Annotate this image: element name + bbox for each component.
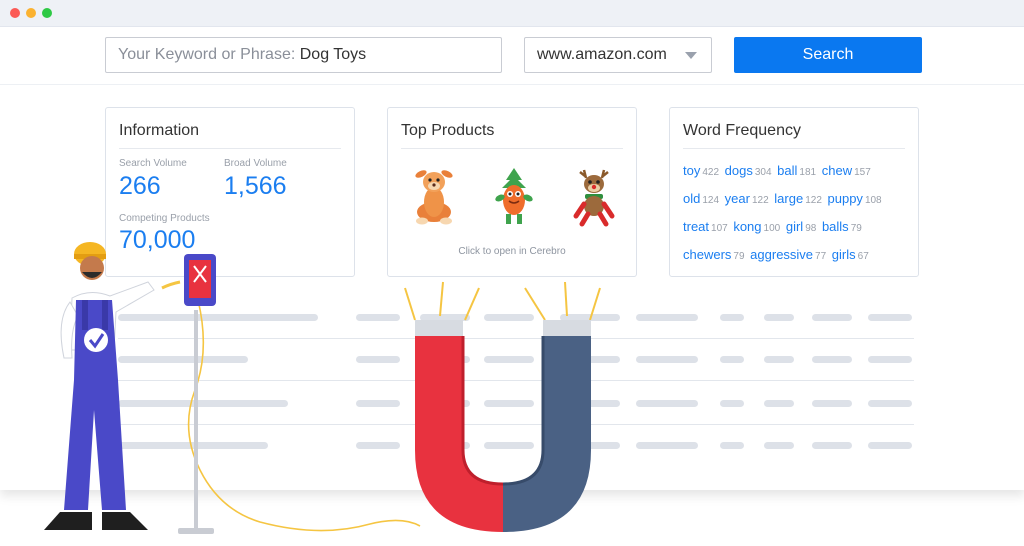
word-frequency-word: chewers xyxy=(683,247,732,262)
table-row-placeholder-bar xyxy=(764,400,794,407)
word-frequency-word: toy xyxy=(683,163,701,178)
divider xyxy=(683,148,905,149)
divider xyxy=(119,148,341,149)
word-frequency-item: year 122 xyxy=(725,191,771,206)
word-frequency-count: 77 xyxy=(815,251,827,262)
word-frequency-item: kong 100 xyxy=(733,219,782,234)
word-frequency-item: puppy 108 xyxy=(828,191,884,206)
search-button[interactable]: Search xyxy=(734,37,922,73)
table-row-placeholder-bar xyxy=(868,400,912,407)
table-row-placeholder-bar xyxy=(812,314,852,321)
competing-products-label: Competing Products xyxy=(119,213,210,224)
word-frequency-word: treat xyxy=(683,219,710,234)
search-value: Dog Toys xyxy=(299,46,367,63)
table-row-placeholder-bar xyxy=(720,314,744,321)
information-title: Information xyxy=(119,122,200,139)
word-frequency-item: ball 181 xyxy=(777,163,818,178)
table-row-placeholder-bar xyxy=(636,442,698,449)
word-frequency-item: treat 107 xyxy=(683,219,730,234)
word-frequency-word: balls xyxy=(821,219,849,234)
search-volume-label: Search Volume xyxy=(119,158,187,169)
word-frequency-count: 100 xyxy=(763,223,781,234)
word-frequency-count: 122 xyxy=(805,195,822,206)
word-frequency-item: chew 157 xyxy=(822,163,873,178)
deer-plush-toy-icon[interactable] xyxy=(412,166,456,228)
worker-illustration xyxy=(44,242,421,534)
word-frequency-card: Word Frequency toy 422 dogs 304 ball 181 ch… xyxy=(669,107,919,277)
word-frequency-item: old 124 xyxy=(683,191,721,206)
table-row-placeholder-bar xyxy=(720,400,744,407)
table-row-placeholder-bar xyxy=(868,442,912,449)
table-row-placeholder-bar xyxy=(812,400,852,407)
broad-volume-value: 1,566 xyxy=(224,172,287,200)
word-frequency-count: 108 xyxy=(864,195,882,206)
word-frequency-title: Word Frequency xyxy=(683,122,801,139)
word-frequency-item: balls 79 xyxy=(822,219,864,234)
close-window-icon[interactable] xyxy=(10,8,20,18)
chevron-down-icon xyxy=(685,52,697,59)
table-row-placeholder-bar xyxy=(868,356,912,363)
table-row-placeholder-bar xyxy=(720,442,744,449)
word-frequency-list: toy 422 dogs 304 ball 181 chew 157 old 124 ye… xyxy=(683,158,911,270)
word-frequency-count: 157 xyxy=(854,167,871,178)
word-frequency-word: aggressive xyxy=(750,247,814,262)
marketplace-select[interactable]: www.amazon.com xyxy=(524,37,712,73)
table-row-placeholder-bar xyxy=(812,356,852,363)
word-frequency-word: chew xyxy=(821,163,853,178)
word-frequency-count: 79 xyxy=(850,223,862,234)
table-row-placeholder-bar xyxy=(636,356,698,363)
word-frequency-item: dogs 304 xyxy=(725,163,774,178)
word-frequency-count: 122 xyxy=(751,195,769,206)
word-frequency-word: puppy xyxy=(827,191,863,206)
word-frequency-count: 422 xyxy=(702,167,720,178)
word-frequency-item: girl 98 xyxy=(786,219,818,234)
word-frequency-word: old xyxy=(683,191,701,206)
word-frequency-count: 67 xyxy=(857,251,869,262)
title-bar xyxy=(0,0,1024,27)
carrot-plush-toy-icon[interactable] xyxy=(492,166,536,228)
divider xyxy=(401,148,623,149)
word-frequency-word: large xyxy=(774,191,804,206)
word-frequency-word: girl xyxy=(785,219,804,234)
word-frequency-count: 304 xyxy=(754,167,772,178)
word-frequency-word: dogs xyxy=(724,163,753,178)
table-row-placeholder-bar xyxy=(720,356,744,363)
word-frequency-item: girls 67 xyxy=(832,247,871,262)
word-frequency-count: 181 xyxy=(799,167,817,178)
table-row-placeholder-bar xyxy=(636,314,698,321)
table-row-placeholder-bar xyxy=(868,314,912,321)
table-row-placeholder-bar xyxy=(764,314,794,321)
word-frequency-word: ball xyxy=(777,163,798,178)
word-frequency-item: large 122 xyxy=(774,191,824,206)
top-products-title: Top Products xyxy=(401,122,495,139)
word-frequency-count: 79 xyxy=(733,251,745,262)
word-frequency-word: girls xyxy=(831,247,856,262)
keyword-search-input[interactable]: Your Keyword or Phrase: Dog Toys xyxy=(105,37,502,73)
table-row-placeholder-bar xyxy=(764,442,794,449)
word-frequency-count: 98 xyxy=(805,223,817,234)
minimize-window-icon[interactable] xyxy=(26,8,36,18)
table-row-placeholder-bar xyxy=(636,400,698,407)
maximize-window-icon[interactable] xyxy=(42,8,52,18)
search-volume-value: 266 xyxy=(119,172,161,200)
broad-volume-label: Broad Volume xyxy=(224,158,287,169)
marketplace-selected: www.amazon.com xyxy=(537,46,667,63)
word-frequency-count: 124 xyxy=(702,195,720,206)
header-divider xyxy=(0,84,1024,85)
word-frequency-item: aggressive 77 xyxy=(750,247,828,262)
search-placeholder: Your Keyword or Phrase: xyxy=(118,46,296,63)
table-row-placeholder-bar xyxy=(764,356,794,363)
word-frequency-item: chewers 79 xyxy=(683,247,747,262)
word-frequency-word: year xyxy=(724,191,750,206)
word-frequency-count: 107 xyxy=(711,223,728,234)
word-frequency-word: kong xyxy=(733,219,762,234)
word-frequency-item: toy 422 xyxy=(683,163,721,178)
table-row-placeholder-bar xyxy=(812,442,852,449)
reindeer-plush-toy-icon[interactable] xyxy=(572,166,616,228)
